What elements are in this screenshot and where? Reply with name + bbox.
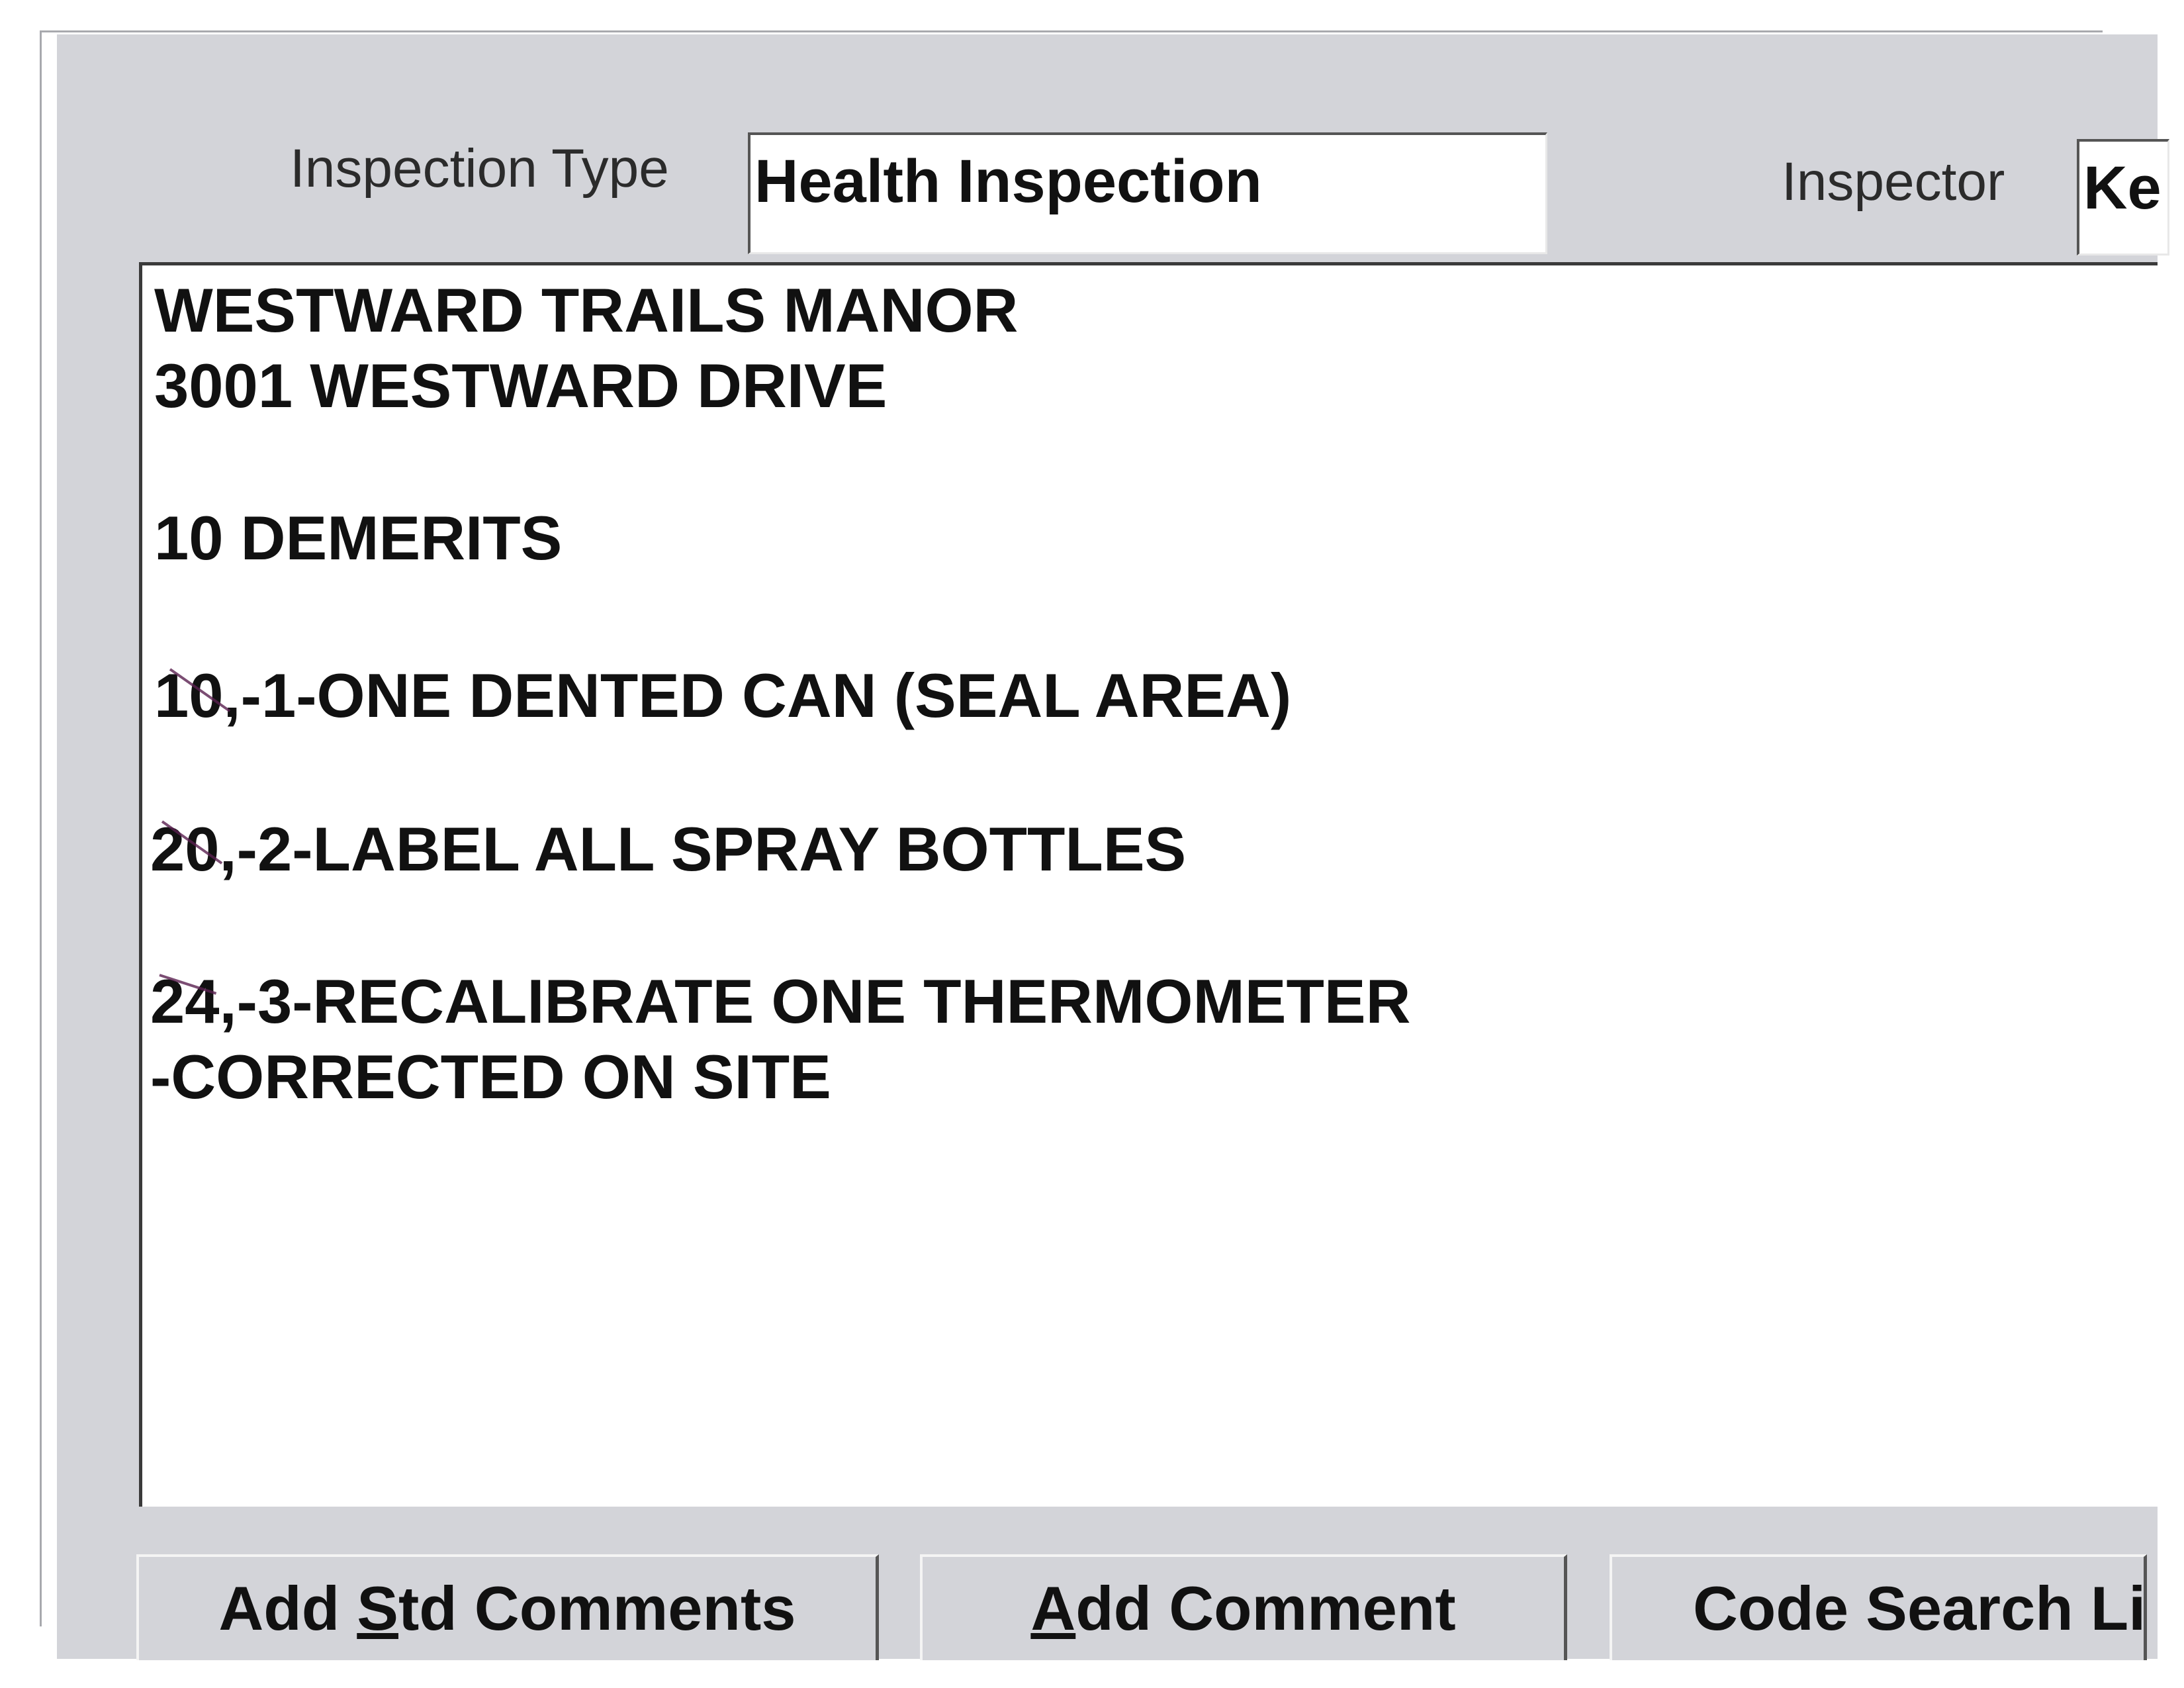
inspector-value: Ke xyxy=(2083,154,2161,222)
inspection-type-field[interactable]: Health Inspection xyxy=(748,132,1547,254)
comment-line: 24,-3-RECALIBRATE ONE THERMOMETER xyxy=(150,966,1411,1036)
add-comment-label: Add Comment xyxy=(1030,1573,1456,1643)
comment-line: 3001 WESTWARD DRIVE xyxy=(154,351,887,420)
add-comment-button[interactable]: Add Comment xyxy=(920,1554,1567,1660)
inspection-type-value: Health Inspection xyxy=(754,148,1262,215)
comment-line: 10,-1-ONE DENTED CAN (SEAL AREA) xyxy=(154,661,1292,730)
code-search-label: Code Search Li xyxy=(1693,1573,2146,1643)
inspector-label: Inspector xyxy=(1782,152,2005,212)
comment-line: 20,-2-LABEL ALL SPRAY BOTTLES xyxy=(150,814,1187,884)
inspection-type-label: Inspection Type xyxy=(290,138,669,199)
inspector-field[interactable]: Ke xyxy=(2077,139,2169,256)
comment-line: WESTWARD TRAILS MANOR xyxy=(154,275,1019,345)
code-search-button[interactable]: Code Search Li xyxy=(1610,1554,2147,1660)
comments-textarea[interactable]: WESTWARD TRAILS MANOR 3001 WESTWARD DRIV… xyxy=(139,262,2158,1507)
comment-line: 10 DEMERITS xyxy=(154,503,563,573)
add-std-comments-button[interactable]: Add Std Comments xyxy=(136,1554,879,1660)
add-std-comments-label: Add Std Comments xyxy=(218,1573,796,1643)
comment-line: -CORRECTED ON SITE xyxy=(150,1042,831,1111)
